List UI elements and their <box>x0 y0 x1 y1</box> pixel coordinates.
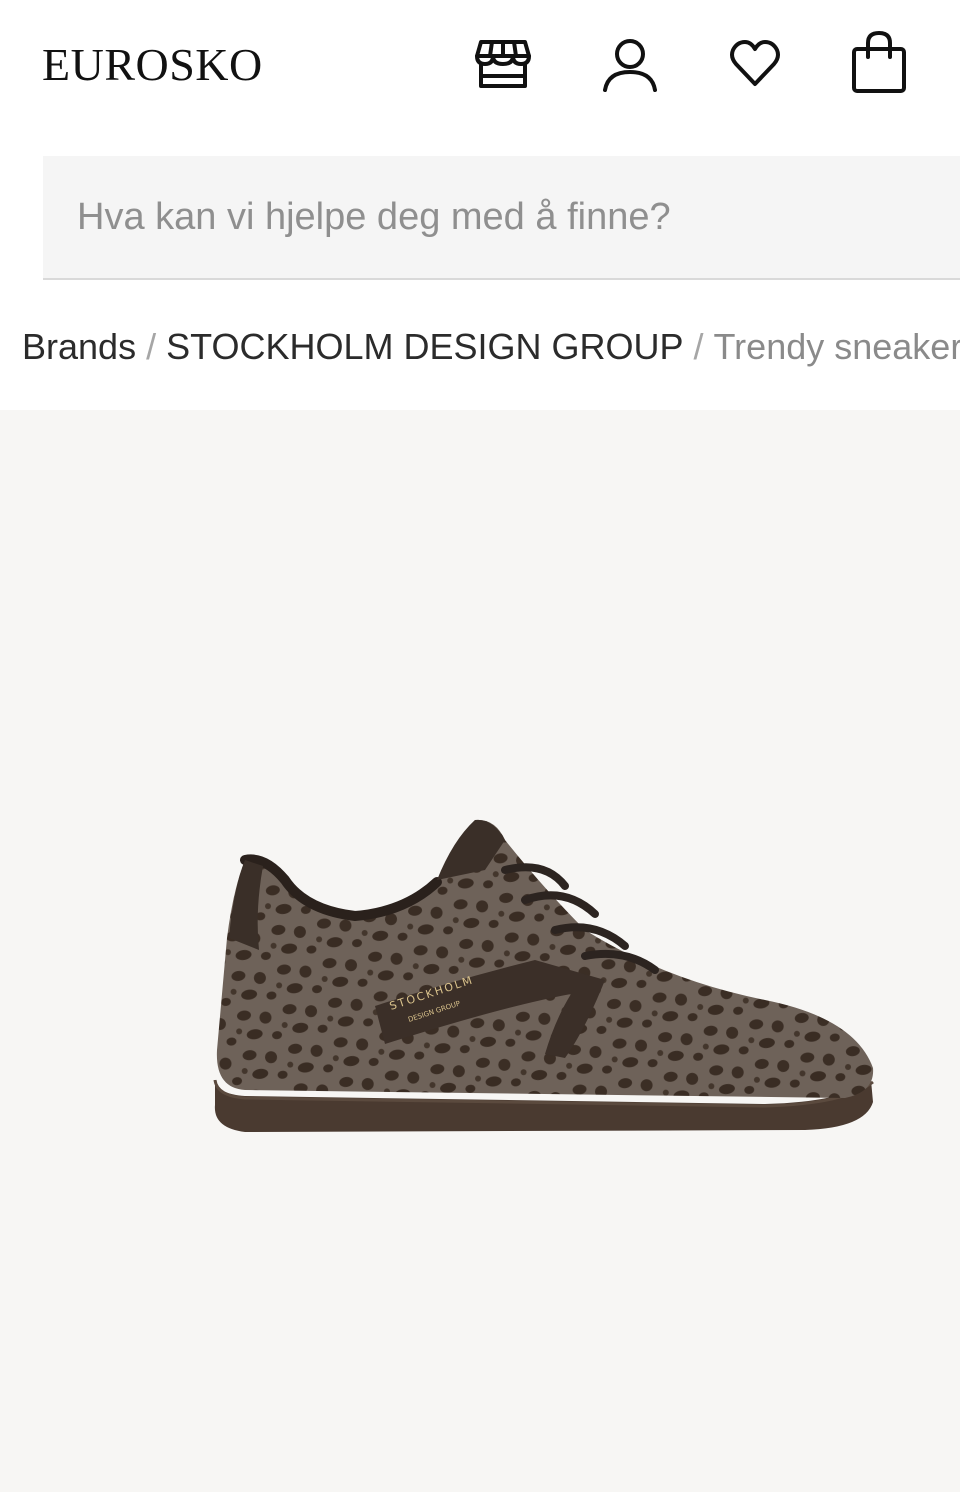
breadcrumb-current-page: Trendy sneakers <box>713 326 960 367</box>
search-bar <box>43 156 960 280</box>
leopard-sneaker-image[interactable]: STOCKHOLM DESIGN GROUP <box>205 810 885 1140</box>
breadcrumb-separator: / <box>146 326 157 367</box>
shopping-bag-icon[interactable] <box>846 30 910 94</box>
product-image-area[interactable]: STOCKHOLM DESIGN GROUP <box>0 410 960 1492</box>
store-icon[interactable] <box>471 32 535 96</box>
search-input[interactable] <box>43 156 960 278</box>
wishlist-heart-icon[interactable] <box>723 32 787 96</box>
eurosko-logo[interactable]: EUROSKO <box>42 40 263 90</box>
breadcrumb-stockholm-design-group[interactable]: STOCKHOLM DESIGN GROUP <box>166 326 683 367</box>
breadcrumb-separator: / <box>693 326 704 367</box>
site-header: EUROSKO <box>0 0 960 140</box>
breadcrumb: Brands / STOCKHOLM DESIGN GROUP / Trendy sne… <box>22 322 960 372</box>
breadcrumb-brands[interactable]: Brands <box>22 326 136 367</box>
account-icon[interactable] <box>598 32 662 96</box>
